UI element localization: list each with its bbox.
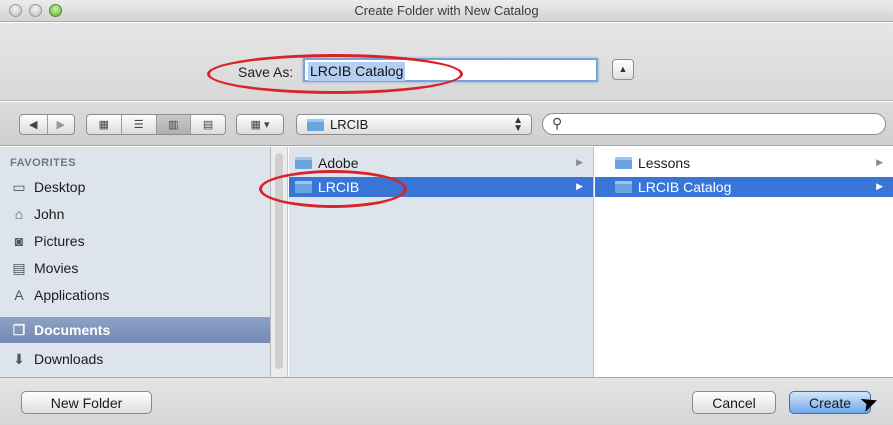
sidebar-item-documents[interactable]: ❐ Documents: [0, 317, 270, 343]
back-button[interactable]: ◀: [20, 115, 48, 134]
back-forward-control: ◀ ▶: [19, 114, 75, 135]
save-as-bar: Save As: LRCIB Catalog ▲: [0, 23, 893, 101]
camera-icon: ◙: [14, 233, 24, 249]
search-icon: ⚲: [552, 115, 563, 131]
bottom-bar: New Folder Cancel Create: [0, 377, 893, 425]
list-item[interactable]: Lessons ▶: [595, 153, 893, 173]
browser-column-1: Adobe ▶ LRCIB ▶: [289, 147, 594, 377]
location-popup[interactable]: LRCIB ▲ ▼: [296, 114, 532, 135]
browser-column-2: Lessons ▶ LRCIB Catalog ▶: [595, 147, 893, 377]
new-folder-button[interactable]: New Folder: [21, 391, 152, 414]
window-controls: [9, 4, 62, 17]
sidebar-item-applications[interactable]: A Applications: [0, 282, 270, 308]
sidebar-item-label: Pictures: [34, 233, 85, 249]
sidebar-item-label: Downloads: [34, 351, 104, 367]
disclosure-arrow-icon: ▶: [576, 181, 583, 191]
applications-icon: A: [14, 287, 24, 303]
popup-arrows-icon: ▲ ▼: [513, 115, 523, 134]
film-icon: ▤: [12, 260, 26, 276]
list-item[interactable]: Adobe ▶: [289, 153, 593, 173]
list-view-button[interactable]: ☰: [122, 115, 157, 134]
list-item-label: LRCIB: [318, 179, 360, 195]
sidebar-item-downloads[interactable]: ⬇ Downloads: [0, 346, 270, 372]
view-mode-control: ▦ ☰ ▥ ▤: [86, 114, 226, 135]
sidebar-item-label: John: [34, 206, 65, 222]
location-label: LRCIB: [330, 117, 369, 132]
arrange-menu[interactable]: ▦ ▾: [236, 114, 284, 135]
list-item-selected[interactable]: LRCIB ▶: [289, 177, 593, 197]
column-view-button[interactable]: ▥: [156, 115, 192, 134]
window-title: Create Folder with New Catalog: [354, 3, 539, 18]
expand-dialog-button[interactable]: ▲: [612, 59, 634, 80]
toolbar: ◀ ▶ ▦ ☰ ▥ ▤ ▦ ▾ LRCIB ▲ ▼ ⚲: [0, 102, 893, 146]
folder-icon: [295, 157, 312, 169]
splitter-knob: [275, 153, 283, 369]
icon-view-button[interactable]: ▦: [87, 115, 122, 134]
downloads-icon: ⬇: [13, 351, 25, 367]
sidebar-item-label: Desktop: [34, 179, 86, 195]
sidebar-heading: FAVORITES: [10, 157, 77, 169]
sidebar-splitter[interactable]: [270, 147, 288, 377]
sidebar-item-label: Applications: [34, 287, 110, 303]
save-as-label: Save As:: [238, 64, 294, 80]
save-as-input[interactable]: LRCIB Catalog: [303, 58, 598, 82]
arrange-icon: ▦ ▾: [250, 119, 270, 131]
minimize-window-button[interactable]: [29, 4, 42, 17]
save-as-value: LRCIB Catalog: [308, 62, 406, 81]
zoom-window-button[interactable]: [49, 4, 62, 17]
title-bar: Create Folder with New Catalog: [0, 0, 893, 22]
cancel-button[interactable]: Cancel: [692, 391, 776, 414]
disclosure-arrow-icon: ▶: [876, 181, 883, 191]
coverflow-view-button[interactable]: ▤: [191, 115, 225, 134]
sidebar-item-desktop[interactable]: ▭ Desktop: [0, 174, 270, 200]
folder-icon: [615, 157, 632, 169]
list-item-label: Lessons: [638, 155, 691, 171]
folder-icon: [307, 118, 324, 131]
list-item-label: Adobe: [318, 155, 359, 171]
sidebar-item-movies[interactable]: ▤ Movies: [0, 255, 270, 281]
close-window-button[interactable]: [9, 4, 22, 17]
sidebar-item-pictures[interactable]: ◙ Pictures: [0, 228, 270, 254]
desktop-icon: ▭: [12, 179, 26, 195]
sidebar-item-label: Documents: [34, 322, 111, 338]
documents-icon: ❐: [12, 322, 26, 338]
disclosure-arrow-icon: ▶: [876, 157, 883, 167]
home-icon: ⌂: [14, 206, 24, 222]
forward-button[interactable]: ▶: [48, 115, 75, 134]
search-field[interactable]: ⚲: [542, 113, 886, 135]
list-item-label: LRCIB Catalog: [638, 179, 732, 195]
sidebar: FAVORITES ▭ Desktop ⌂ John ◙ Pictures ▤ …: [0, 147, 270, 377]
sidebar-item-john[interactable]: ⌂ John: [0, 201, 270, 227]
folder-icon: [615, 181, 632, 193]
disclosure-arrow-icon: ▶: [576, 157, 583, 167]
list-item-selected[interactable]: LRCIB Catalog ▶: [595, 177, 893, 197]
sidebar-item-label: Movies: [34, 260, 79, 276]
folder-icon: [295, 181, 312, 193]
